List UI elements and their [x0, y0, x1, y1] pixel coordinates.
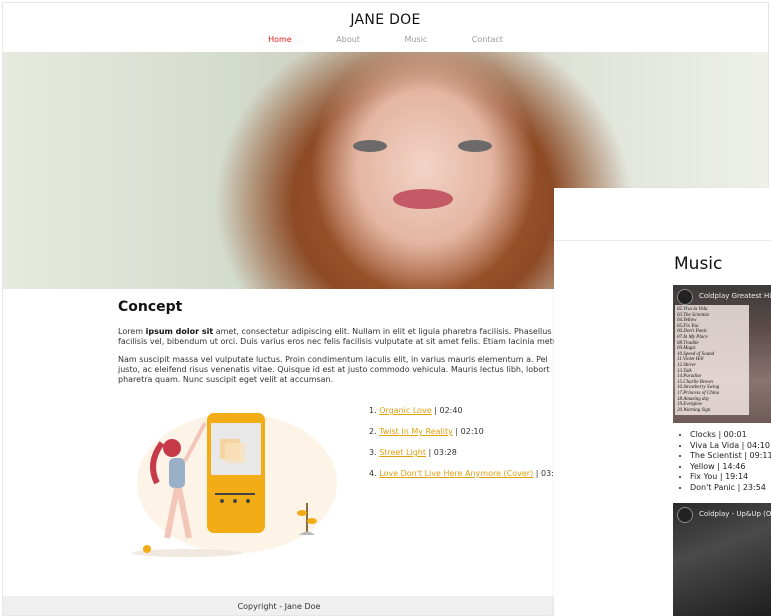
site-header: JANE DOE Home About Music Contact [3, 3, 768, 52]
para2-line2: justo, ac eleifend risus venenatis vitae… [118, 365, 550, 374]
youtube-embed-up-and-up[interactable]: Coldplay - Up&Up (O [673, 503, 771, 616]
track-link-twist-in-my-reality[interactable]: Twist In My Reality [379, 427, 453, 436]
concept-section: Concept Lorem ipsum dolor sit amet, cons… [118, 299, 558, 393]
channel-avatar-icon [677, 289, 693, 305]
para2-line3: pharetra quam. Nunc suscipit eget velit … [118, 375, 334, 384]
track-duration: | 02:40 [431, 406, 463, 415]
track-duration: | 02:10 [452, 427, 484, 436]
concept-paragraph-2: Nam suscipit massa vel vulputate luctus.… [118, 355, 558, 385]
site-nav: Home About Music Contact [3, 35, 768, 44]
nav-about[interactable]: About [336, 35, 360, 44]
list-item: Viva La Vida | 04:10 [690, 441, 771, 452]
para2-line1: Nam suscipit massa vel vulputate luctus.… [118, 355, 548, 364]
music-player-illustration [132, 413, 337, 557]
list-item: Fix You | 19:14 [690, 472, 771, 483]
hero-eye-right [458, 140, 492, 152]
list-item: Yellow | 14:46 [690, 462, 771, 473]
concept-heading: Concept [118, 299, 183, 315]
music-heading: Music [674, 254, 723, 274]
list-item: Clocks | 00:01 [690, 430, 771, 441]
nav-contact[interactable]: Contact [472, 35, 503, 44]
para1-text-start: Lorem [118, 327, 146, 336]
concept-paragraph-1: Lorem ipsum dolor sit amet, consectetur … [118, 327, 558, 347]
list-item: The Scientist | 09:11 [690, 451, 771, 462]
para1-line2: facilisis vel, bibendum ut orci. Duis va… [118, 337, 558, 346]
track-number: 1. [369, 406, 377, 415]
song-timestamp-list: Clocks | 00:01 Viva La Vida | 04:10 The … [678, 430, 771, 493]
track-item: 2. Twist In My Reality | 02:10 [369, 427, 564, 436]
nav-home[interactable]: Home [268, 35, 292, 44]
track-number: 3. [369, 448, 377, 457]
video-title[interactable]: Coldplay - Up&Up (O [699, 510, 771, 518]
track-link-organic-love[interactable]: Organic Love [379, 406, 432, 415]
para1-bold-text: ipsum dolor sit [145, 327, 214, 336]
youtube-embed-greatest-hits[interactable]: Coldplay Greatest Hi 02.Viva la Vida 03.… [673, 285, 771, 423]
hero-eye-left [353, 140, 387, 152]
album-cover-tracklist: 02.Viva la Vida 03.The Scientist 04.Yell… [675, 305, 749, 416]
para1-text-rest: amet, consectetur adipiscing elit. Nulla… [213, 327, 558, 336]
channel-avatar-icon [677, 507, 693, 523]
video-title[interactable]: Coldplay Greatest Hi [699, 292, 771, 300]
site-footer: Copyright - Jane Doe [3, 596, 555, 615]
track-link-love-dont-live-here[interactable]: Love Don't Live Here Anymore (Cover) [379, 469, 533, 478]
track-number: 4. [369, 469, 377, 478]
site-title: JANE DOE [350, 12, 421, 28]
hero-lips [393, 189, 453, 209]
track-duration: | 03:28 [426, 448, 457, 457]
track-list: 1. Organic Love | 02:40 2. Twist In My R… [369, 406, 564, 490]
track-item: 4. Love Don't Live Here Anymore (Cover) … [369, 469, 564, 478]
track-item: 1. Organic Love | 02:40 [369, 406, 564, 415]
track-item: 3. Street Light | 03:28 [369, 448, 564, 457]
nav-music[interactable]: Music [404, 35, 427, 44]
music-page-header [554, 188, 771, 241]
track-number: 2. [369, 427, 377, 436]
list-item: Don't Panic | 23:54 [690, 483, 771, 494]
track-link-street-light[interactable]: Street Light [379, 448, 426, 457]
